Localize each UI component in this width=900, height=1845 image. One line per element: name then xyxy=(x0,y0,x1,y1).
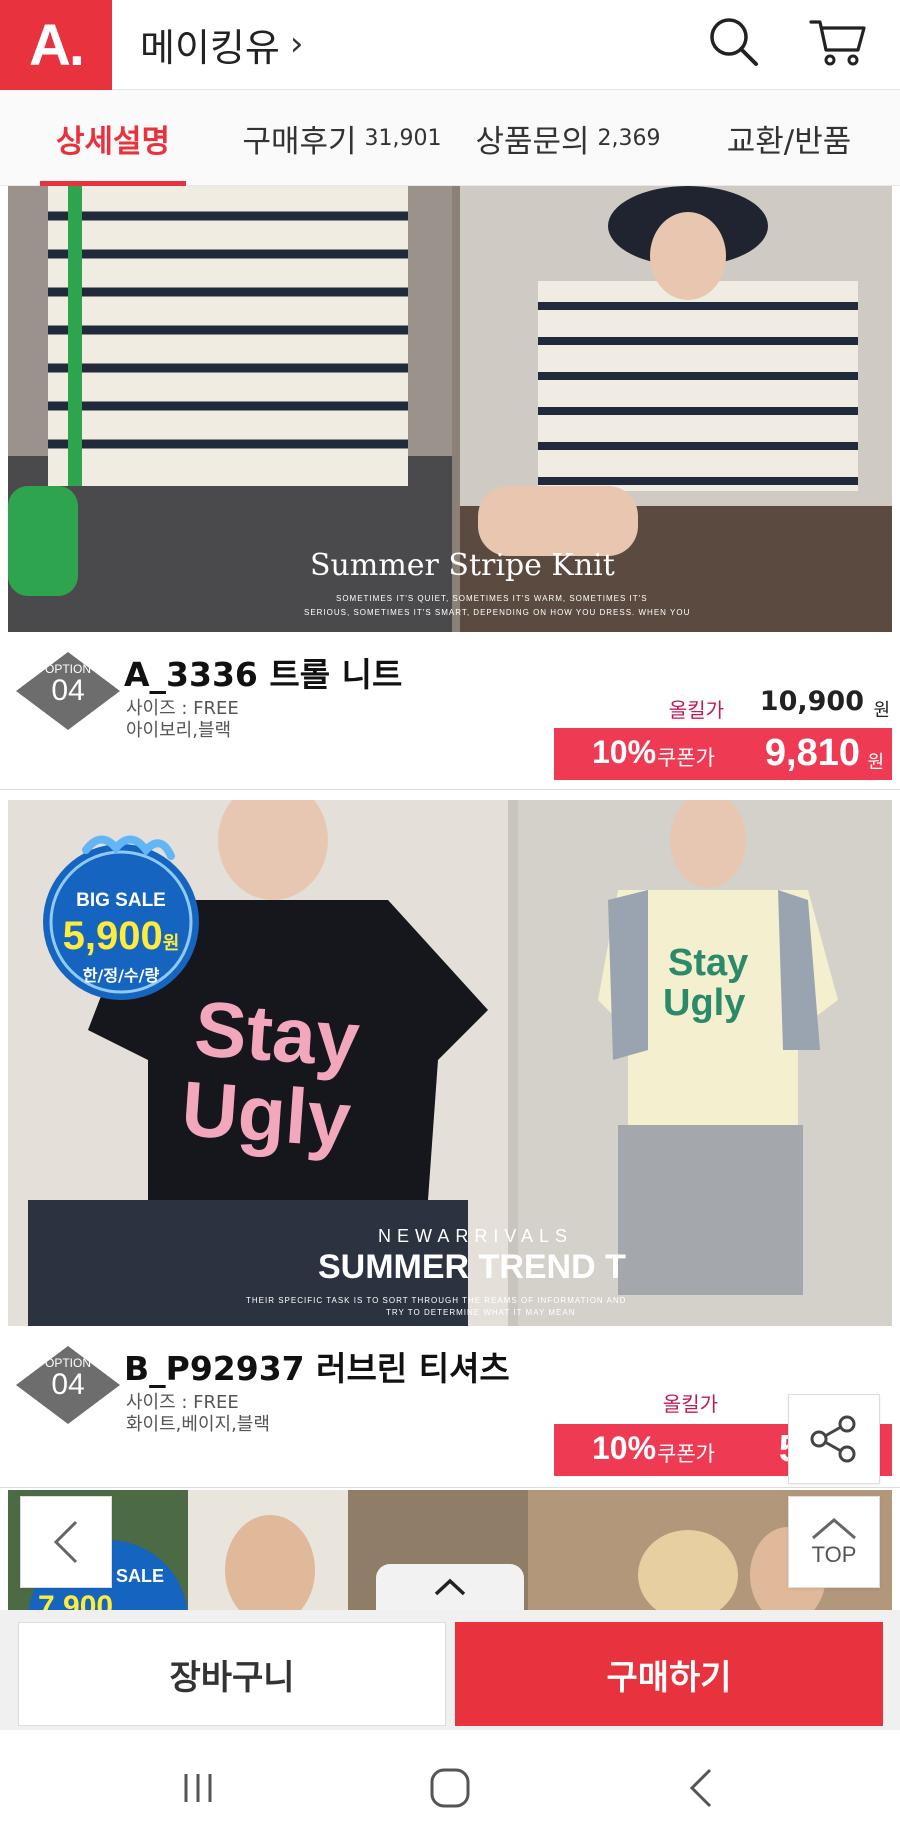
currency-unit: 원 xyxy=(873,700,890,721)
product-name: B_P92937 러브린 티셔츠 xyxy=(124,1349,510,1388)
tab-count: 2,369 xyxy=(597,125,661,151)
recent-apps-icon[interactable] xyxy=(158,1760,238,1816)
back-page-button[interactable] xyxy=(20,1496,112,1588)
original-price-label: 올킬가 xyxy=(668,698,724,722)
sale-badge-title: SALE xyxy=(116,1566,165,1586)
tab-label: 교환/반품 xyxy=(726,123,852,160)
detail-tabs: 상세설명 구매후기 31,901 상품문의 2,369 교환/반품 xyxy=(0,90,900,186)
scroll-top-button[interactable]: TOP xyxy=(788,1496,880,1588)
add-to-cart-button[interactable]: 장바구니 xyxy=(18,1622,446,1726)
buy-now-button[interactable]: 구매하기 xyxy=(455,1622,883,1726)
system-nav-bar xyxy=(0,1730,900,1845)
sale-badge-subtitle: 한/정/수/량 xyxy=(82,966,160,985)
product-name: A_3336 트롤 니트 xyxy=(124,655,403,694)
top-label: TOP xyxy=(811,1542,857,1567)
tab-reviews[interactable]: 구매후기 31,901 xyxy=(226,90,458,186)
tab-label: 구매후기 xyxy=(242,123,357,160)
coupon-rate: 10% xyxy=(592,734,657,770)
product-photo: Stay Ugly Stay Ugly BIG SALE 5,900원 한/정/… xyxy=(8,800,892,1326)
chevron-up-icon xyxy=(434,1578,466,1596)
tab-inquiries[interactable]: 상품문의 2,369 xyxy=(458,90,678,186)
product-colors: 화이트,베이지,블랙 xyxy=(126,1414,270,1435)
coupon-price-box: 10% 쿠폰가 9,810 원 xyxy=(554,728,892,780)
option-number: 04 xyxy=(51,674,85,707)
original-price-label: 올킬가 xyxy=(662,1392,718,1416)
photo-caption: SOMETIMES IT'S QUIET, SOMETIMES IT'S WAR… xyxy=(336,594,648,603)
chevron-left-icon xyxy=(53,1520,78,1564)
coupon-label: 쿠폰가 xyxy=(657,1442,715,1466)
cart-icon[interactable] xyxy=(808,12,868,72)
sale-badge-title: BIG SALE xyxy=(76,890,166,911)
chevron-up-icon xyxy=(812,1518,856,1540)
chevron-right-icon: › xyxy=(289,24,304,64)
tab-label: 상세설명 xyxy=(55,123,171,160)
coupon-price: 9,810 xyxy=(764,732,860,774)
shop-name-link[interactable]: 메이킹유 › xyxy=(140,14,303,74)
tab-label: 상품문의 xyxy=(475,123,590,160)
sale-price-value: 5,900 xyxy=(62,914,163,958)
svg-text:Stay: Stay xyxy=(668,942,748,984)
svg-text:Ugly: Ugly xyxy=(179,1064,354,1164)
currency-unit: 원 xyxy=(162,933,180,953)
photo-title: Summer Stripe Knit xyxy=(310,548,615,583)
share-button[interactable] xyxy=(788,1394,880,1484)
new-arrivals-label: NEWARRIVALS xyxy=(378,1226,574,1246)
svg-text:Ugly: Ugly xyxy=(663,982,745,1024)
coupon-rate: 10% xyxy=(592,1430,657,1466)
product-card[interactable]: Stay Ugly Stay Ugly BIG SALE 5,900원 한/정/… xyxy=(0,800,900,1488)
product-card[interactable]: Summer Stripe Knit SOMETIMES IT'S QUIET,… xyxy=(0,186,900,790)
photo-title: SUMMER TREND T xyxy=(318,1248,626,1286)
product-detail-content: Summer Stripe Knit SOMETIMES IT'S QUIET,… xyxy=(0,186,900,1610)
currency-unit: 원 xyxy=(867,752,884,773)
original-price: 10,900 xyxy=(759,686,864,717)
back-icon[interactable] xyxy=(662,1760,742,1816)
tab-details[interactable]: 상세설명 xyxy=(0,90,226,186)
product-photo: Summer Stripe Knit SOMETIMES IT'S QUIET,… xyxy=(8,186,892,632)
purchase-bar: 장바구니 구매하기 xyxy=(0,1610,900,1730)
option-number: 04 xyxy=(51,1368,85,1401)
sale-badge-price: 7,900 xyxy=(38,1590,114,1610)
photo-caption: THEIR SPECIFIC TASK IS TO SORT THROUGH T… xyxy=(246,1296,627,1305)
brand-logo[interactable]: A. xyxy=(0,0,112,90)
sale-badge-price: 5,900원 xyxy=(36,914,206,959)
share-icon xyxy=(810,1415,856,1463)
tab-count: 31,901 xyxy=(364,125,442,151)
search-icon[interactable] xyxy=(704,12,764,72)
product-info: OPTION 04 B_P92937 러브린 티셔츠 사이즈 : FREE 화이… xyxy=(0,1326,900,1488)
home-icon[interactable] xyxy=(410,1760,490,1816)
tab-exchange-return[interactable]: 교환/반품 xyxy=(678,90,900,186)
photo-caption: SERIOUS, SOMETIMES IT'S SMART, DEPENDING… xyxy=(304,608,691,617)
product-colors: 아이보리,블랙 xyxy=(126,720,232,741)
photo-caption: TRY TO DETERMINE WHAT IT MAY MEAN xyxy=(386,1308,576,1317)
product-info: OPTION 04 A_3336 트롤 니트 사이즈 : FREE 아이보리,블… xyxy=(0,632,900,790)
coupon-label: 쿠폰가 xyxy=(657,746,715,770)
top-header: A. 메이킹유 › xyxy=(0,0,900,90)
shop-name: 메이킹유 xyxy=(140,25,280,70)
expand-handle[interactable] xyxy=(376,1564,524,1610)
